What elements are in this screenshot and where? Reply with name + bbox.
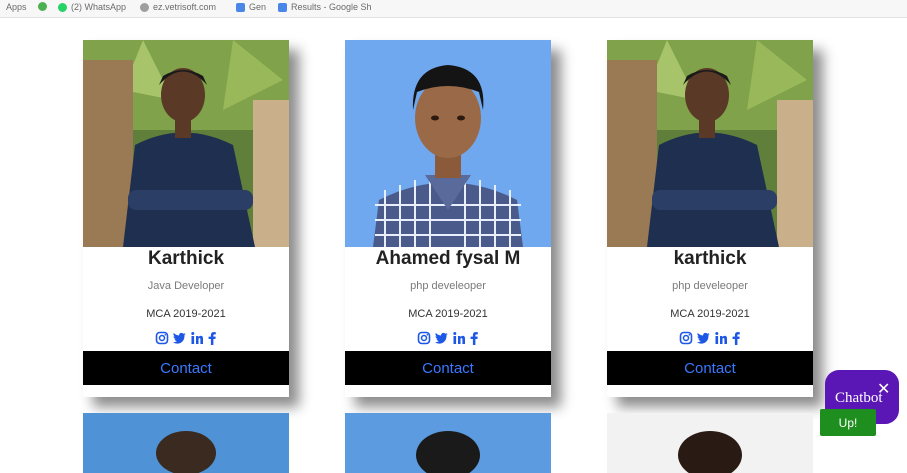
- profile-photo: [345, 40, 551, 247]
- profile-card: karthick php develeoper MCA 2019-2021 Co…: [607, 40, 813, 397]
- whatsapp-icon: [58, 2, 67, 12]
- linkedin-icon[interactable]: [452, 331, 466, 345]
- facebook-icon[interactable]: [469, 331, 479, 345]
- profile-photo: [83, 413, 289, 473]
- bookmark-whatsapp[interactable]: (2) WhatsApp: [58, 2, 126, 12]
- facebook-icon[interactable]: [731, 331, 741, 345]
- instagram-icon[interactable]: [155, 331, 169, 345]
- instagram-icon[interactable]: [417, 331, 431, 345]
- profile-name: karthick: [673, 248, 747, 269]
- profile-education: MCA 2019-2021: [670, 308, 750, 320]
- contact-button[interactable]: Contact: [607, 351, 813, 385]
- twitter-icon[interactable]: [172, 331, 187, 345]
- linkedin-icon[interactable]: [190, 331, 204, 345]
- globe-icon: [140, 2, 149, 12]
- profile-photo: [345, 413, 551, 473]
- profile-card-partial: [607, 413, 813, 473]
- bookmark-label: Gen: [249, 2, 267, 12]
- contact-button[interactable]: Contact: [345, 351, 551, 385]
- profile-role: php develeoper: [672, 280, 748, 292]
- bookmark-gen[interactable]: Gen: [236, 2, 266, 12]
- profile-card: Ahamed fysal M php develeoper MCA 2019-2…: [345, 40, 551, 397]
- bookmark-label: (2) WhatsApp: [71, 2, 127, 12]
- profile-education: MCA 2019-2021: [408, 308, 488, 320]
- profile-card-partial: [83, 413, 289, 473]
- scroll-up-button[interactable]: Up!: [820, 409, 876, 436]
- profile-role: Java Developer: [147, 280, 225, 292]
- bookmark-item[interactable]: [38, 2, 47, 11]
- bookmark-label: Results - Google Sh: [291, 2, 372, 12]
- profile-card-partial: [345, 413, 551, 473]
- bookmark-label: ez.vetrisoft.com: [153, 2, 217, 12]
- profile-photo: [607, 40, 813, 247]
- profile-photo: [83, 40, 289, 247]
- facebook-icon[interactable]: [207, 331, 217, 345]
- social-links: [345, 331, 551, 345]
- twitter-icon[interactable]: [434, 331, 449, 345]
- bookmark-results[interactable]: Results - Google Sh: [278, 2, 372, 12]
- bookmarks-bar: Apps (2) WhatsApp ez.vetrisoft.com Gen R…: [0, 0, 907, 18]
- social-links: [607, 331, 813, 345]
- circle-icon: [38, 2, 47, 11]
- doc-icon: [236, 2, 245, 12]
- bookmark-apps[interactable]: Apps: [6, 2, 27, 12]
- bookmark-vetrisoft[interactable]: ez.vetrisoft.com: [140, 2, 216, 12]
- bookmark-label: Apps: [6, 2, 27, 12]
- instagram-icon[interactable]: [679, 331, 693, 345]
- twitter-icon[interactable]: [696, 331, 711, 345]
- linkedin-icon[interactable]: [714, 331, 728, 345]
- doc-icon: [278, 2, 287, 12]
- social-links: [83, 331, 289, 345]
- profile-photo: [607, 413, 813, 473]
- profile-role: php develeoper: [410, 280, 486, 292]
- profile-education: MCA 2019-2021: [146, 308, 226, 320]
- chatbot-label: Chatbot: [835, 390, 883, 406]
- close-icon[interactable]: ✕: [877, 379, 890, 399]
- profile-card: Karthick Java Developer MCA 2019-2021 Co…: [83, 40, 289, 397]
- profile-name: Karthick: [147, 248, 225, 269]
- contact-button[interactable]: Contact: [83, 351, 289, 385]
- profile-name: Ahamed fysal M: [375, 248, 521, 269]
